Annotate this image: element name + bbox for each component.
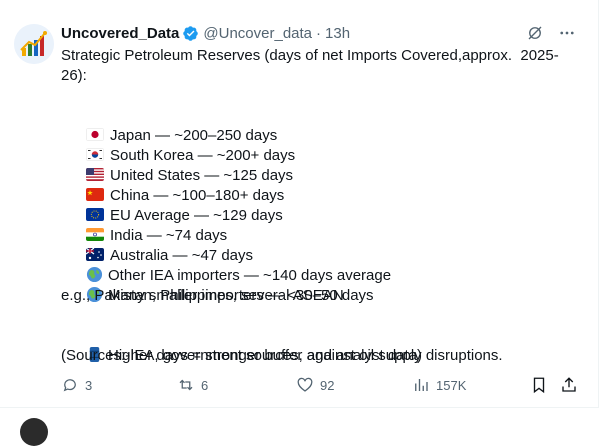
tweet-timestamp[interactable]: 13h bbox=[325, 25, 350, 42]
text-line: Strategic Petroleum Reserves (days of ne… bbox=[61, 47, 559, 64]
text-line: 26): bbox=[61, 67, 87, 84]
author-avatar[interactable] bbox=[14, 24, 54, 64]
repost-count: 6 bbox=[201, 377, 209, 393]
reply-icon bbox=[63, 379, 76, 392]
text-line: (Sources:-IEA, government sources, and a… bbox=[61, 347, 423, 364]
views-count: 157K bbox=[436, 377, 467, 393]
views-chart-icon bbox=[415, 379, 428, 391]
flag-united-states-icon bbox=[86, 168, 105, 181]
flag-japan-icon bbox=[86, 128, 105, 141]
reply-button[interactable]: 3 bbox=[61, 376, 92, 394]
flag-india-icon bbox=[86, 228, 105, 241]
bookmark-icon bbox=[533, 377, 545, 394]
bookmark-button[interactable] bbox=[530, 376, 554, 394]
flag-australia-icon bbox=[86, 248, 105, 261]
views-button[interactable]: 157K bbox=[412, 376, 466, 394]
next-tweet-avatar[interactable] bbox=[20, 418, 48, 446]
tweet-actions: 3 6 92 157K bbox=[61, 376, 581, 396]
text-line: e.g., Pakistan, Philippines, several ASE… bbox=[61, 287, 344, 304]
flag-eu-icon bbox=[86, 208, 105, 221]
more-options-icon[interactable] bbox=[558, 24, 576, 42]
reply-count: 3 bbox=[85, 377, 93, 393]
tweet-card[interactable]: Uncovered_Data @Uncover_data · 13h Strat… bbox=[0, 0, 599, 408]
tweet-header: Uncovered_Data @Uncover_data · 13h bbox=[61, 23, 350, 43]
verified-badge-icon bbox=[183, 25, 199, 41]
repost-icon bbox=[179, 379, 193, 391]
like-button[interactable]: 92 bbox=[296, 376, 334, 394]
text-line: Japan — ~200–250 days bbox=[61, 106, 581, 144]
header-actions bbox=[526, 24, 576, 42]
like-count: 92 bbox=[320, 377, 335, 393]
grok-icon[interactable] bbox=[526, 24, 544, 42]
header-separator: · bbox=[316, 24, 322, 42]
author-name[interactable]: Uncovered_Data bbox=[61, 25, 179, 42]
flag-south-korea-icon bbox=[86, 148, 105, 161]
tweet-text: Strategic Petroleum Reserves (days of ne… bbox=[61, 46, 581, 366]
flag-china-icon bbox=[86, 188, 105, 201]
share-icon bbox=[562, 377, 576, 392]
text-line: Higher days = stronger buffer against oi… bbox=[61, 326, 581, 364]
text-line bbox=[61, 86, 581, 106]
share-button[interactable] bbox=[560, 376, 584, 394]
heart-icon bbox=[297, 377, 313, 392]
repost-button[interactable]: 6 bbox=[177, 376, 208, 394]
globe-icon bbox=[86, 266, 103, 283]
text-line bbox=[61, 306, 581, 326]
author-handle[interactable]: @Uncover_data bbox=[203, 25, 312, 42]
